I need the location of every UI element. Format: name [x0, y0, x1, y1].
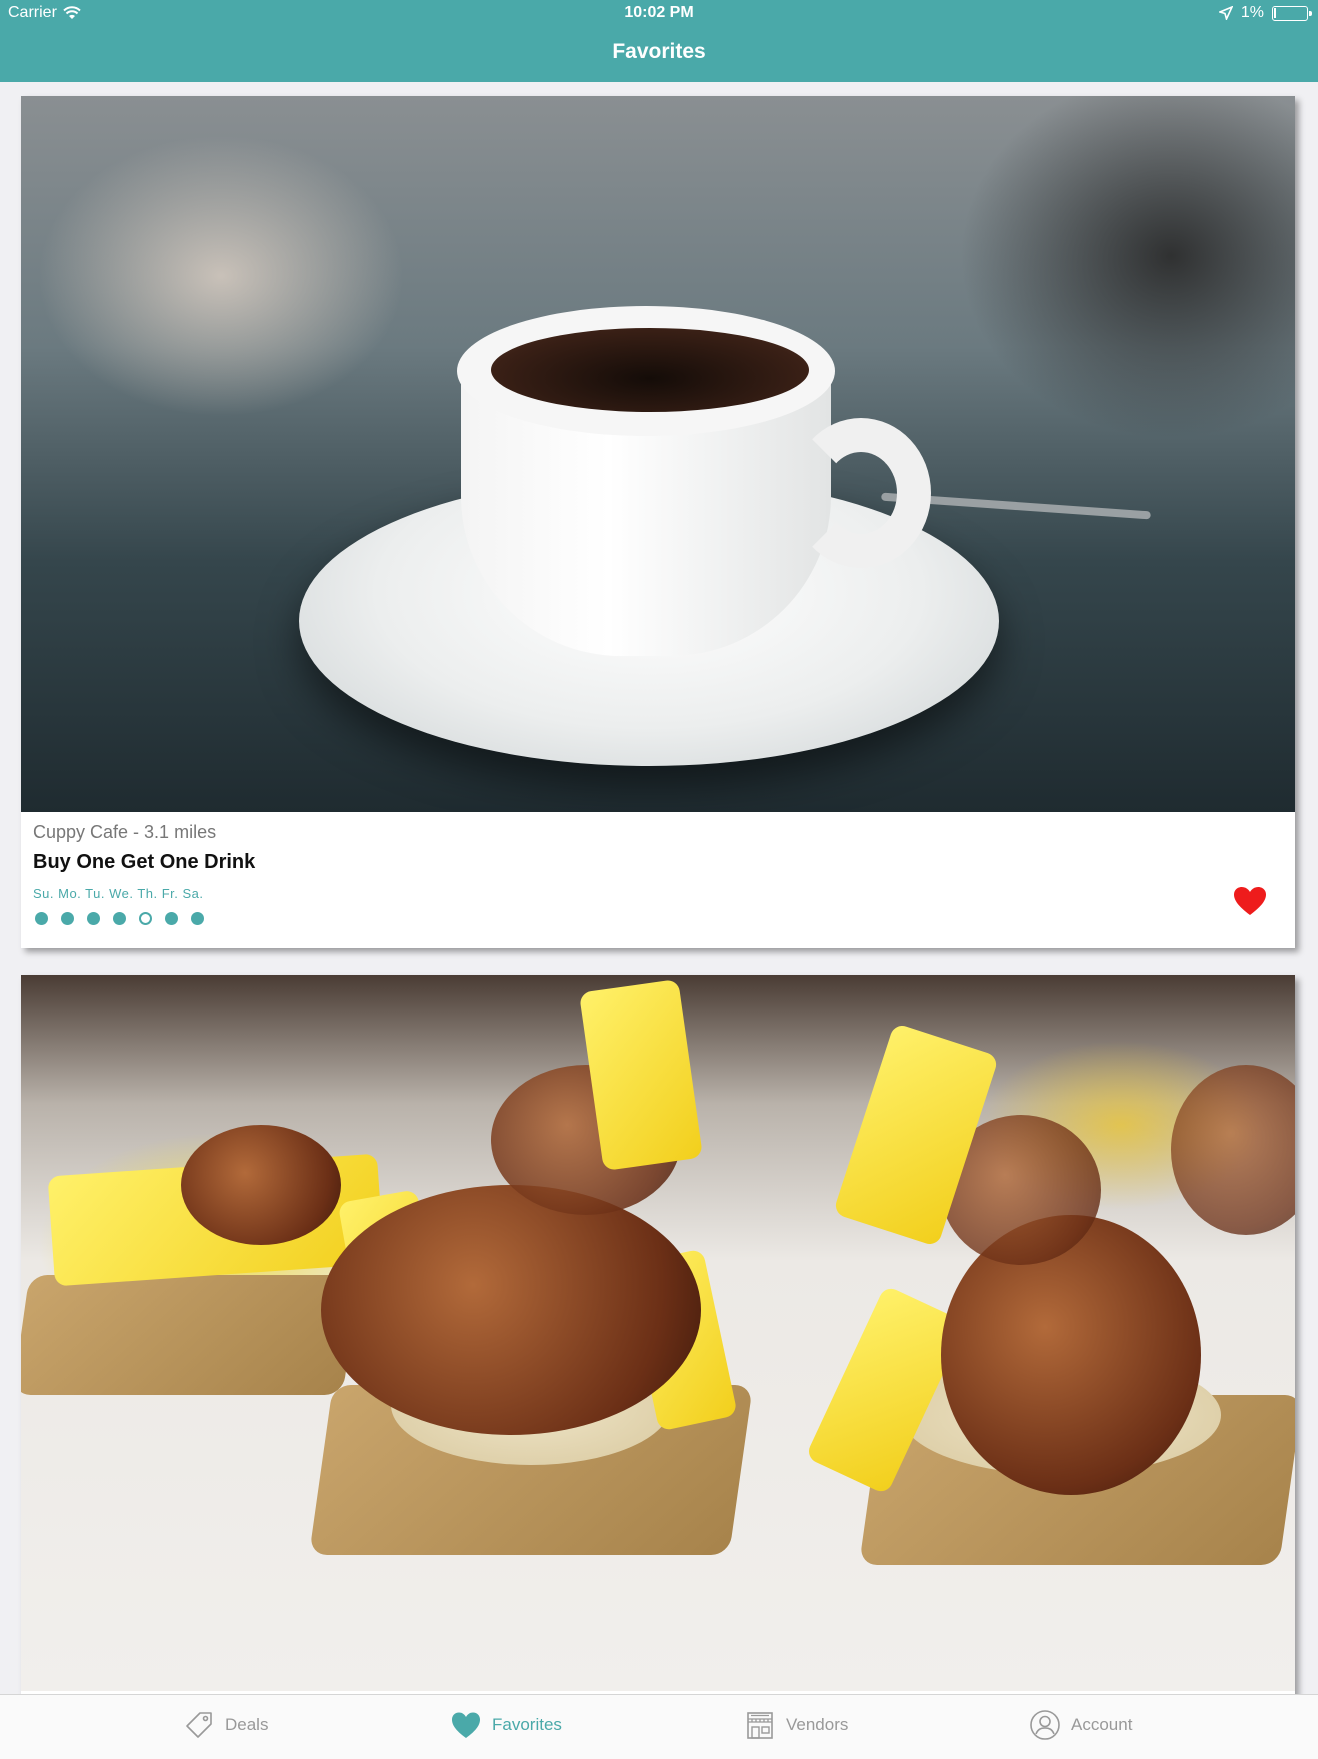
- location-arrow-icon: [1218, 6, 1233, 20]
- day-dot-saturday: [191, 912, 204, 925]
- days-of-week-label: Su. Mo. Tu. We. Th. Fr. Sa.: [33, 886, 204, 901]
- tag-icon: [186, 1712, 212, 1738]
- tab-account-label: Account: [1071, 1715, 1133, 1734]
- page-title: Favorites: [612, 40, 706, 63]
- tab-vendors-label: Vendors: [786, 1715, 849, 1734]
- deal-card[interactable]: [21, 975, 1295, 1759]
- deal-photo: [21, 96, 1295, 812]
- status-right: 1%: [1218, 4, 1312, 22]
- day-dot-wednesday: [113, 912, 126, 925]
- tab-deals[interactable]: Deals: [183, 1709, 268, 1741]
- tab-favorites[interactable]: Favorites: [450, 1709, 562, 1741]
- deal-photo: [21, 975, 1295, 1691]
- favorite-heart-icon[interactable]: [1233, 886, 1267, 916]
- heart-icon: [452, 1712, 480, 1738]
- battery-icon: [1272, 5, 1312, 21]
- tab-favorites-label: Favorites: [492, 1715, 562, 1734]
- top-bar: Carrier 10:02 PM 1% Favorites: [0, 0, 1318, 82]
- vendor-distance: Cuppy Cafe - 3.1 miles: [33, 822, 217, 842]
- status-time: 10:02 PM: [624, 4, 694, 21]
- deal-info: Cuppy Cafe - 3.1 miles Buy One Get One D…: [21, 812, 1295, 948]
- tab-account[interactable]: Account: [1029, 1709, 1132, 1741]
- day-availability-dots: [33, 912, 1283, 925]
- storefront-icon: [747, 1712, 773, 1739]
- day-dot-monday: [61, 912, 74, 925]
- user-icon: [1030, 1710, 1060, 1740]
- day-dot-thursday: [139, 912, 152, 925]
- tab-deals-label: Deals: [225, 1715, 269, 1734]
- day-dot-sunday: [35, 912, 48, 925]
- day-dot-tuesday: [87, 912, 100, 925]
- day-dot-friday: [165, 912, 178, 925]
- battery-percent: 1%: [1240, 4, 1264, 21]
- deal-card[interactable]: Cuppy Cafe - 3.1 miles Buy One Get One D…: [21, 96, 1295, 948]
- tab-vendors[interactable]: Vendors: [744, 1709, 848, 1741]
- tab-bar: Deals Favorites Vendors Account: [0, 1694, 1318, 1759]
- deal-title: Buy One Get One Drink: [33, 851, 256, 873]
